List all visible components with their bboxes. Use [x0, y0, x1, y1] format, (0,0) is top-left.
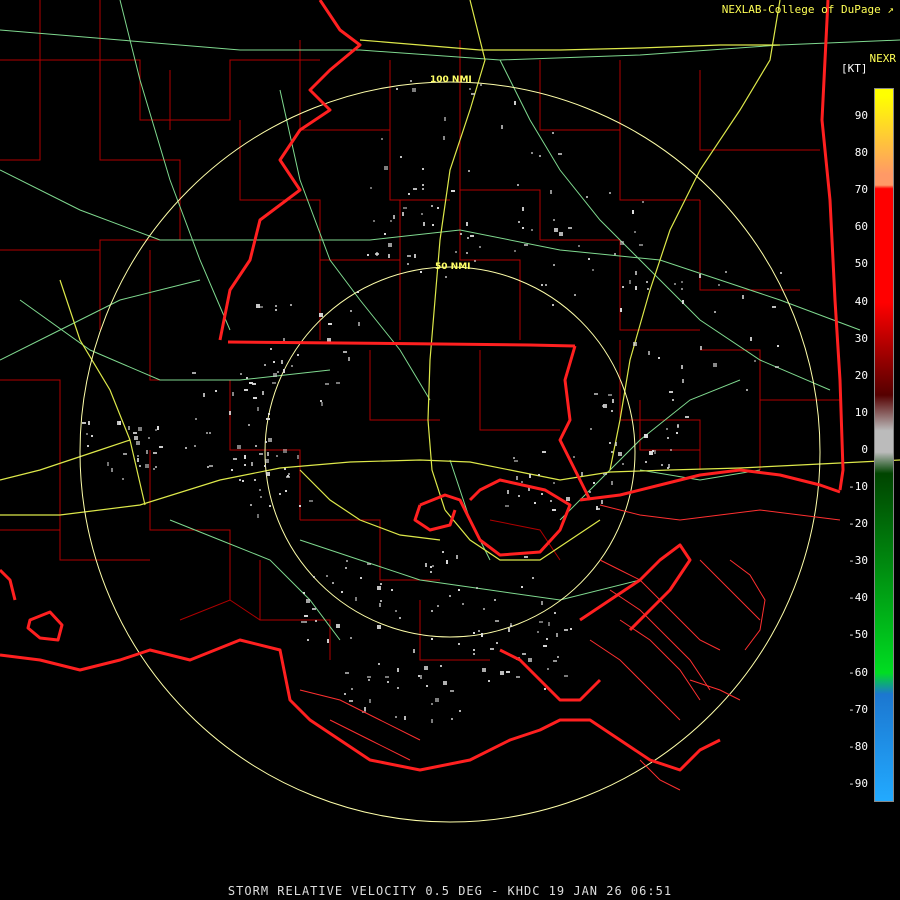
radar-echoes — [82, 80, 782, 723]
range-ring-label-50: 50 NMI — [435, 262, 471, 272]
colorbar-tick: -90 — [848, 776, 868, 790]
product-caption: STORM RELATIVE VELOCITY 0.5 DEG - KHDC 1… — [227, 884, 673, 898]
colorbar-tick: 20 — [854, 368, 868, 382]
colorbar-tick: 40 — [854, 294, 868, 308]
colorbar-tick: -60 — [848, 665, 868, 679]
colorbar-tick: -10 — [848, 480, 868, 493]
county-borders — [0, 0, 840, 661]
radar-view: 100 NMI 50 NMI NEXLAB-College of DuPage … — [0, 0, 900, 900]
colorbar-tick: -20 — [848, 517, 868, 531]
colorbar-tick: 0 — [861, 442, 868, 456]
unit-label: [KT] — [841, 62, 868, 75]
range-ring-100 — [79, 81, 821, 823]
credit-link[interactable]: NEXLAB-College of DuPage ↗ — [722, 3, 894, 16]
credit-text: NEXLAB-College of DuPage — [721, 3, 881, 16]
secondary-roads — [0, 0, 900, 641]
colorbar-tick: -50 — [848, 628, 868, 642]
external-link-icon: ↗ — [887, 3, 894, 16]
colorbar-tick: -70 — [848, 702, 868, 716]
colorbar-tick: 80 — [854, 146, 868, 160]
colorbar-tick: 90 — [854, 109, 868, 122]
colorbar-tick: 30 — [854, 331, 868, 345]
colorbar-tick: -30 — [848, 554, 868, 568]
range-ring-label-100: 100 NMI — [430, 75, 472, 85]
colorbar-tick: -40 — [848, 591, 868, 605]
coastal-marsh-outlines — [299, 504, 841, 791]
colorbar-tick: 70 — [854, 183, 868, 197]
colorbar-tick: 10 — [854, 405, 868, 419]
colorbar-tick: 50 — [854, 257, 868, 271]
colorbar-tick: -80 — [848, 739, 868, 753]
range-rings — [79, 81, 821, 823]
radar-map — [0, 0, 900, 823]
colorbar-tick: 60 — [854, 220, 868, 234]
velocity-colorbar — [874, 88, 894, 802]
product-label: NEXR — [869, 52, 897, 65]
